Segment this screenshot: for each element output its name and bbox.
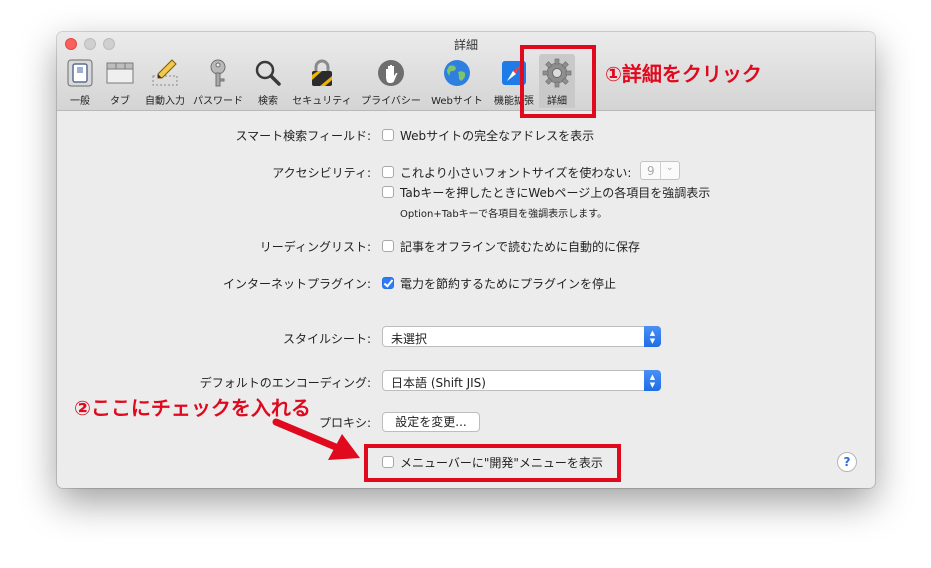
toolbar-label: セキュリティ	[292, 96, 352, 107]
window-title: 詳細	[453, 38, 478, 52]
encoding-select[interactable]: 日本語 (Shift JIS) ▲ ▼	[382, 370, 661, 391]
reading-list-label: リーディングリスト:	[259, 240, 371, 254]
toolbar-websites[interactable]: Webサイト	[429, 54, 485, 108]
key-icon	[210, 59, 226, 87]
stylesheet-label: スタイルシート:	[282, 332, 371, 346]
show-full-address-text: Webサイトの完全なアドレスを表示	[400, 129, 595, 143]
stylesheet-select[interactable]: 未選択 ▲ ▼	[382, 326, 661, 347]
stop-plugins-checkbox[interactable]	[382, 277, 394, 289]
highlight-box-advanced	[520, 45, 596, 118]
toolbar-passwords[interactable]: パスワード	[191, 54, 245, 108]
globe-icon	[444, 60, 470, 86]
default-encoding-label: デフォルトのエンコーディング:	[199, 376, 371, 390]
min-font-size-checkbox[interactable]	[382, 166, 394, 178]
help-button[interactable]: ?	[837, 452, 857, 472]
smart-search-label: スマート検索フィールド:	[235, 129, 371, 143]
change-proxy-settings-button[interactable]: 設定を変更...	[382, 412, 480, 432]
save-articles-offline-text: 記事をオフラインで読むために自動的に保存	[400, 240, 641, 254]
magnifier-icon	[255, 60, 281, 86]
advanced-settings-panel: スマート検索フィールド: Webサイトの完全なアドレスを表示 アクセシビリティ:…	[57, 111, 875, 488]
toolbar-label: 自動入力	[145, 96, 185, 107]
internet-plugins-label: インターネットプラグイン:	[222, 277, 371, 291]
stop-plugins-text: 電力を節約するためにプラグインを停止	[400, 277, 617, 291]
tabs-icon	[106, 62, 134, 84]
save-articles-offline-checkbox[interactable]	[382, 240, 394, 252]
stylesheet-value: 未選択	[391, 332, 428, 346]
toolbar-search[interactable]: 検索	[253, 54, 283, 108]
general-switch-icon	[67, 59, 93, 87]
hand-icon	[378, 60, 404, 86]
min-font-size-text: これより小さいフォントサイズを使わない:	[400, 166, 632, 180]
toolbar-label: パスワード	[193, 96, 243, 107]
toolbar-security[interactable]: セキュリティ	[291, 54, 353, 108]
font-size-select[interactable]: 9 ⌄	[640, 161, 680, 180]
arrow-pointer-icon	[272, 418, 360, 460]
accessibility-label: アクセシビリティ:	[272, 166, 371, 180]
tab-highlight-note: Option+Tabキーで各項目を強調表示します。	[400, 209, 608, 220]
toolbar-label: 検索	[258, 96, 278, 107]
toolbar-label: プライバシー	[361, 96, 421, 107]
toolbar-label: タブ	[110, 96, 130, 107]
toolbar-general[interactable]: 一般	[65, 54, 95, 108]
toolbar-label: 一般	[70, 96, 90, 107]
highlight-box-develop-menu	[364, 444, 621, 482]
updown-arrows-icon: ▲ ▼	[644, 326, 661, 347]
updown-arrows-icon: ▲ ▼	[644, 370, 661, 391]
annotation-step1: ①詳細をクリック	[605, 62, 762, 86]
encoding-value: 日本語 (Shift JIS)	[391, 376, 486, 390]
pencil-form-icon	[152, 59, 178, 86]
toolbar-label: Webサイト	[431, 96, 483, 107]
font-size-value: 9	[647, 164, 655, 178]
tab-highlight-checkbox[interactable]	[382, 186, 394, 198]
toolbar-tabs[interactable]: タブ	[103, 54, 137, 108]
show-full-address-checkbox[interactable]	[382, 129, 394, 141]
chevron-down-icon: ⌄	[666, 163, 674, 173]
padlock-icon	[312, 59, 332, 86]
toolbar-privacy[interactable]: プライバシー	[359, 54, 423, 108]
toolbar-autofill[interactable]: 自動入力	[143, 54, 187, 108]
tab-highlight-text: Tabキーを押したときにWebページ上の各項目を強調表示	[400, 186, 711, 200]
